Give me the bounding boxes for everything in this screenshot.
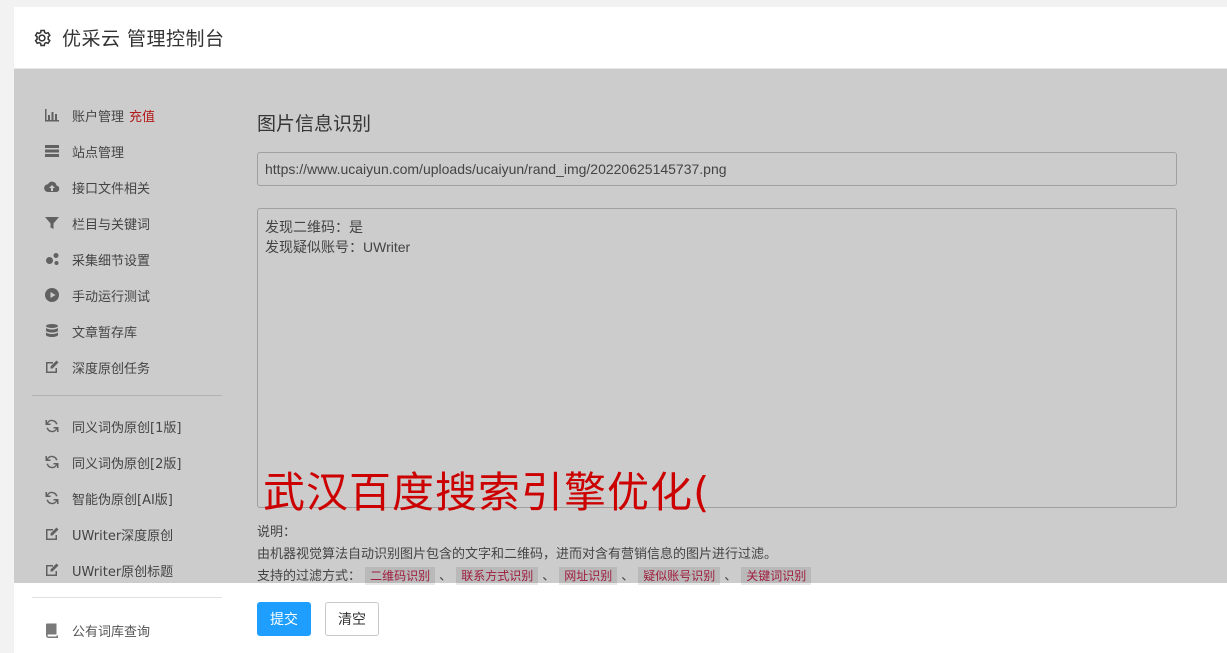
sidebar-item-manual-run[interactable]: 手动运行测试 xyxy=(32,277,222,313)
filter-tag: 网址识别 xyxy=(559,567,618,585)
refresh-icon xyxy=(44,418,60,434)
play-circle-icon xyxy=(44,287,60,303)
refresh-icon xyxy=(44,454,60,470)
sidebar-item-sites[interactable]: 站点管理 xyxy=(32,133,222,169)
sidebar-lower: 公有词库查询 xyxy=(32,597,222,648)
recharge-link[interactable]: 充值 xyxy=(129,106,155,125)
sidebar-item-columns-keywords[interactable]: 栏目与关键词 xyxy=(32,205,222,241)
edit-icon xyxy=(44,359,60,375)
notes-title: 说明： xyxy=(257,525,297,540)
filter-label: 支持的过滤方式： xyxy=(257,569,362,584)
sidebar-item-label: UWriter原创标题 xyxy=(72,564,174,580)
sidebar-item-label: 同义词伪原创[2版] xyxy=(72,456,182,472)
sidebar-item-interface-files[interactable]: 接口文件相关 xyxy=(32,169,222,205)
cloud-upload-icon xyxy=(44,179,60,195)
filter-separator: 、 xyxy=(542,569,556,584)
sidebar-item-label: 深度原创任务 xyxy=(72,361,151,377)
filter-tag: 联系方式识别 xyxy=(456,567,539,585)
image-url-input[interactable] xyxy=(257,152,1177,186)
edit-icon xyxy=(44,562,60,578)
sidebar-item-collect-settings[interactable]: 采集细节设置 xyxy=(32,241,222,277)
page-title: 图片信息识别 xyxy=(257,113,372,135)
sidebar-item-label: 公有词库查询 xyxy=(72,624,151,640)
filter-methods: 支持的过滤方式： 二维码识别、联系方式识别、网址识别、疑似账号识别、关键词识别 xyxy=(257,566,1177,588)
sidebar-item-label: 采集细节设置 xyxy=(72,253,151,269)
server-icon xyxy=(44,143,60,159)
sidebar-item-label: 接口文件相关 xyxy=(72,181,151,197)
filter-separator: 、 xyxy=(439,569,453,584)
sidebar-divider xyxy=(32,597,222,598)
action-buttons: 提交 清空 xyxy=(257,602,379,636)
filter-tag: 关键词识别 xyxy=(741,567,812,585)
bar-chart-icon xyxy=(44,107,60,123)
result-line: 发现疑似账号：UWriter xyxy=(265,239,411,255)
top-header: 优采云 管理控制台 xyxy=(14,7,1227,69)
sidebar-item-synonym-v2[interactable]: 同义词伪原创[2版] xyxy=(32,444,222,480)
overlay-watermark-text: 武汉百度搜索引擎优化( xyxy=(263,468,711,517)
result-line: 发现二维码：是 xyxy=(265,219,363,235)
main-panel: 账户管理 充值 站点管理 接口文件相关 栏目与关键词 采集细节设置 手动运行测试… xyxy=(14,69,1227,653)
edit-icon xyxy=(44,526,60,542)
sidebar-item-account[interactable]: 账户管理 充值 xyxy=(32,97,222,133)
refresh-icon xyxy=(44,490,60,506)
sidebar-item-label: 文章暂存库 xyxy=(72,325,138,341)
sidebar-item-deep-original[interactable]: 深度原创任务 xyxy=(32,349,222,385)
sidebar-item-uwriter-title[interactable]: UWriter原创标题 xyxy=(32,552,222,588)
notes-section: 说明： 由机器视觉算法自动识别图片包含的文字和二维码，进而对含有营销信息的图片进… xyxy=(257,522,1177,588)
sidebar-item-label: 账户管理 xyxy=(72,109,125,125)
gear-icon[interactable] xyxy=(32,28,52,48)
filter-separator: 、 xyxy=(621,569,635,584)
sidebar-item-label: 同义词伪原创[1版] xyxy=(72,420,182,436)
notes-description: 由机器视觉算法自动识别图片包含的文字和二维码，进而对含有营销信息的图片进行过滤。 xyxy=(257,547,778,562)
filter-separator: 、 xyxy=(724,569,738,584)
submit-button[interactable]: 提交 xyxy=(257,602,311,636)
sidebar-item-label: 站点管理 xyxy=(72,145,125,161)
clear-button[interactable]: 清空 xyxy=(325,602,379,636)
sidebar-item-label: 智能伪原创[AI版] xyxy=(72,492,173,508)
sidebar-item-public-lexicon[interactable]: 公有词库查询 xyxy=(32,612,222,648)
sidebar-item-article-store[interactable]: 文章暂存库 xyxy=(32,313,222,349)
sidebar-item-ai-rewrite[interactable]: 智能伪原创[AI版] xyxy=(32,480,222,516)
filter-tag: 二维码识别 xyxy=(365,567,436,585)
sidebar-item-label: 手动运行测试 xyxy=(72,289,151,305)
sidebar-item-uwriter-deep[interactable]: UWriter深度原创 xyxy=(32,516,222,552)
page: 优采云 管理控制台 账户管理 充值 站点管理 接口文件相关 栏目与关键词 采集细… xyxy=(0,0,1227,653)
sidebar-item-label: 栏目与关键词 xyxy=(72,217,151,233)
sidebar-item-label: UWriter深度原创 xyxy=(72,528,174,544)
sidebar-item-synonym-v1[interactable]: 同义词伪原创[1版] xyxy=(32,408,222,444)
result-textarea[interactable]: 发现二维码：是 发现疑似账号：UWriter 武汉百度搜索引擎优化( xyxy=(257,208,1177,517)
app-title: 优采云 管理控制台 xyxy=(62,28,225,50)
filter-icon xyxy=(44,215,60,231)
cogs-icon xyxy=(44,251,60,267)
image-recognition-panel: 图片信息识别 发现二维码：是 发现疑似账号：UWriter 武汉百度搜索引擎优化… xyxy=(257,109,1177,588)
sidebar-divider xyxy=(32,395,222,396)
sidebar: 账户管理 充值 站点管理 接口文件相关 栏目与关键词 采集细节设置 手动运行测试… xyxy=(32,97,222,588)
filter-tag: 疑似账号识别 xyxy=(638,567,721,585)
book-icon xyxy=(44,622,60,638)
database-icon xyxy=(44,323,60,339)
